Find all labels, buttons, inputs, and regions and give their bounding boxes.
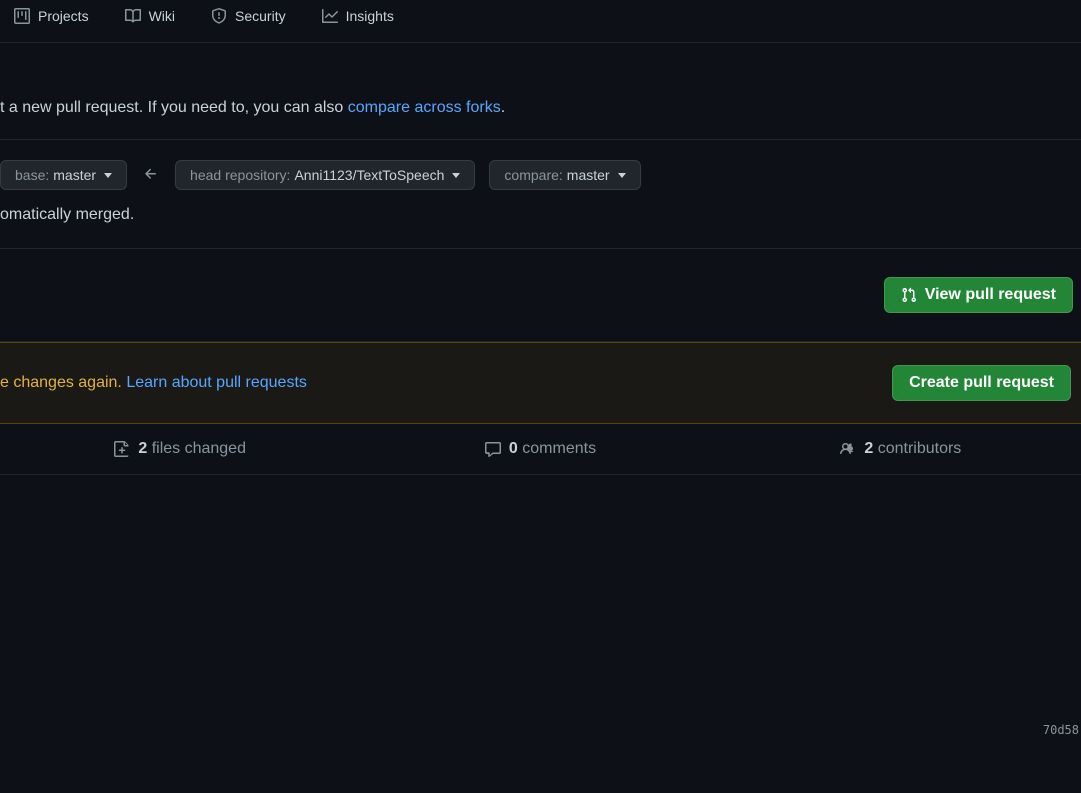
book-icon bbox=[125, 8, 141, 24]
view-pr-row: View pull request bbox=[0, 249, 1081, 342]
range-row: base: master head repository: Anni1123/T… bbox=[0, 160, 1081, 206]
head-repo-value: Anni1123/TextToSpeech bbox=[294, 167, 444, 183]
comments-label: comments bbox=[522, 440, 596, 457]
stat-comments[interactable]: 0 comments bbox=[360, 440, 720, 458]
compare-value: master bbox=[567, 167, 610, 183]
base-value: master bbox=[53, 167, 96, 183]
tab-insights-label: Insights bbox=[346, 8, 394, 24]
compare-label: compare: bbox=[504, 167, 562, 183]
commit-sha-short[interactable]: 70d58 bbox=[1043, 723, 1079, 737]
compare-intro: t a new pull request. If you need to, yo… bbox=[0, 43, 1081, 140]
comments-count: 0 bbox=[509, 440, 518, 457]
tab-projects[interactable]: Projects bbox=[0, 0, 103, 32]
merge-status-text: omatically merged. bbox=[0, 206, 1081, 240]
intro-suffix: . bbox=[501, 99, 505, 116]
caret-down-icon bbox=[452, 173, 460, 178]
base-label: base: bbox=[15, 167, 49, 183]
tab-projects-label: Projects bbox=[38, 8, 89, 24]
files-label: files changed bbox=[152, 440, 246, 457]
tab-insights[interactable]: Insights bbox=[308, 0, 408, 32]
comment-icon bbox=[485, 441, 501, 457]
flash-text: e changes again. Learn about pull reques… bbox=[0, 374, 307, 392]
arrow-left-icon bbox=[141, 166, 161, 185]
create-pull-request-button[interactable]: Create pull request bbox=[892, 365, 1071, 401]
intro-prefix: t a new pull request. If you need to, yo… bbox=[0, 99, 348, 116]
flash-text-1: e changes again. bbox=[0, 374, 126, 391]
learn-pull-requests-link[interactable]: Learn about pull requests bbox=[126, 374, 307, 391]
head-repo-select[interactable]: head repository: Anni1123/TextToSpeech bbox=[175, 160, 475, 190]
git-pull-request-icon bbox=[901, 287, 917, 303]
compare-branch-select[interactable]: compare: master bbox=[489, 160, 640, 190]
project-icon bbox=[14, 8, 30, 24]
flash-bar: e changes again. Learn about pull reques… bbox=[0, 342, 1081, 424]
repo-tabnav: Projects Wiki Security Insights bbox=[0, 0, 1081, 43]
compare-across-forks-link[interactable]: compare across forks bbox=[348, 99, 501, 116]
files-count: 2 bbox=[138, 440, 147, 457]
base-branch-select[interactable]: base: master bbox=[0, 160, 127, 190]
caret-down-icon bbox=[104, 173, 112, 178]
view-pull-request-button[interactable]: View pull request bbox=[884, 277, 1073, 313]
create-pr-label: Create pull request bbox=[909, 374, 1054, 392]
contrib-label: contributors bbox=[878, 440, 962, 457]
stat-files-changed[interactable]: 2 files changed bbox=[0, 440, 360, 458]
file-diff-icon bbox=[114, 441, 130, 457]
range-editor: base: master head repository: Anni1123/T… bbox=[0, 140, 1081, 249]
stat-contributors[interactable]: 2 contributors bbox=[721, 440, 1081, 458]
caret-down-icon bbox=[618, 173, 626, 178]
shield-icon bbox=[211, 8, 227, 24]
contrib-count: 2 bbox=[864, 440, 873, 457]
head-repo-label: head repository: bbox=[190, 167, 290, 183]
view-pr-label: View pull request bbox=[925, 286, 1056, 304]
tab-security-label: Security bbox=[235, 8, 286, 24]
people-icon bbox=[840, 441, 856, 457]
tab-wiki[interactable]: Wiki bbox=[111, 0, 189, 32]
tab-wiki-label: Wiki bbox=[149, 8, 175, 24]
tab-security[interactable]: Security bbox=[197, 0, 300, 32]
stats-row: 2 files changed 0 comments 2 contributor… bbox=[0, 424, 1081, 475]
graph-icon bbox=[322, 8, 338, 24]
